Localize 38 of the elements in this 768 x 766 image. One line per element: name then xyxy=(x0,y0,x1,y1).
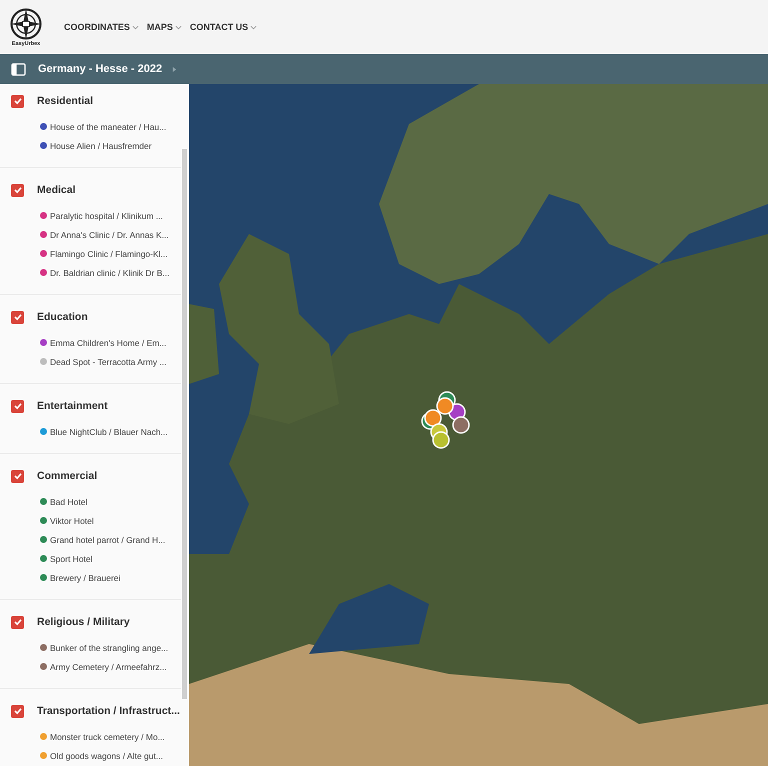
location-link[interactable]: Dead Spot - Terracotta Army ... xyxy=(50,356,167,366)
location-link[interactable]: Grand hotel parrot / Grand H... xyxy=(50,534,166,544)
category-title: Commercial xyxy=(37,470,98,482)
location-link[interactable]: Monster truck cemetery / Mo... xyxy=(50,732,165,742)
category-title: Entertainment xyxy=(37,400,108,412)
location-link[interactable]: Bad Hotel xyxy=(50,496,88,506)
location-link[interactable]: Blue NightClub / Blauer Nach... xyxy=(50,426,168,436)
location-link[interactable]: Army Cemetery / Armeefahrz... xyxy=(50,662,167,672)
location-link[interactable]: House Alien / Hausfremder xyxy=(50,140,152,150)
compass-logo-icon[interactable] xyxy=(9,6,43,40)
location-link[interactable]: Emma Children's Home / Em... xyxy=(50,338,166,348)
location-link[interactable]: Paralytic hospital / Klinikum ... xyxy=(50,210,163,220)
location-link[interactable]: Sport Hotel xyxy=(50,554,93,564)
nav-menu-link[interactable]: MAPS xyxy=(146,22,182,32)
caret-icon[interactable] xyxy=(172,66,178,72)
map-marker-cluster[interactable] xyxy=(421,391,470,449)
chevron-down-icon[interactable] xyxy=(250,24,258,30)
location-link[interactable]: Viktor Hotel xyxy=(50,516,94,526)
category-title: Transportation / Infrastruct... xyxy=(37,705,180,717)
location-link[interactable]: Brewery / Brauerei xyxy=(50,572,120,582)
location-link[interactable]: Dr. Baldrian clinic / Klinik Dr B... xyxy=(50,268,170,278)
category-title: Education xyxy=(37,311,88,323)
category-title: Residential xyxy=(37,95,94,107)
location-link[interactable]: Bunker of the strangling ange... xyxy=(50,642,168,652)
category-title: Medical xyxy=(37,184,76,196)
nav-menu-link[interactable]: COORDINATES xyxy=(64,22,139,32)
chevron-down-icon[interactable] xyxy=(132,24,139,30)
location-link[interactable]: Flamingo Clinic / Flamingo-Kl... xyxy=(50,248,168,258)
chevron-down-icon[interactable] xyxy=(174,24,182,30)
location-link[interactable]: House of the maneater / Hau... xyxy=(50,122,166,132)
map-title[interactable]: Germany - Hesse - 2022 xyxy=(38,63,162,75)
scrollbar-thumb[interactable] xyxy=(182,149,187,699)
location-link[interactable]: Dr Anna's Clinic / Dr. Annas K... xyxy=(50,230,169,240)
location-link[interactable]: Old goods wagons / Alte gut... xyxy=(50,750,163,760)
satellite-map[interactable] xyxy=(189,84,768,766)
category-title: Religious / Military xyxy=(37,616,130,628)
sidebar-toggle-icon[interactable] xyxy=(11,62,26,76)
nav-menu-link[interactable]: CONTACT US xyxy=(190,22,258,32)
